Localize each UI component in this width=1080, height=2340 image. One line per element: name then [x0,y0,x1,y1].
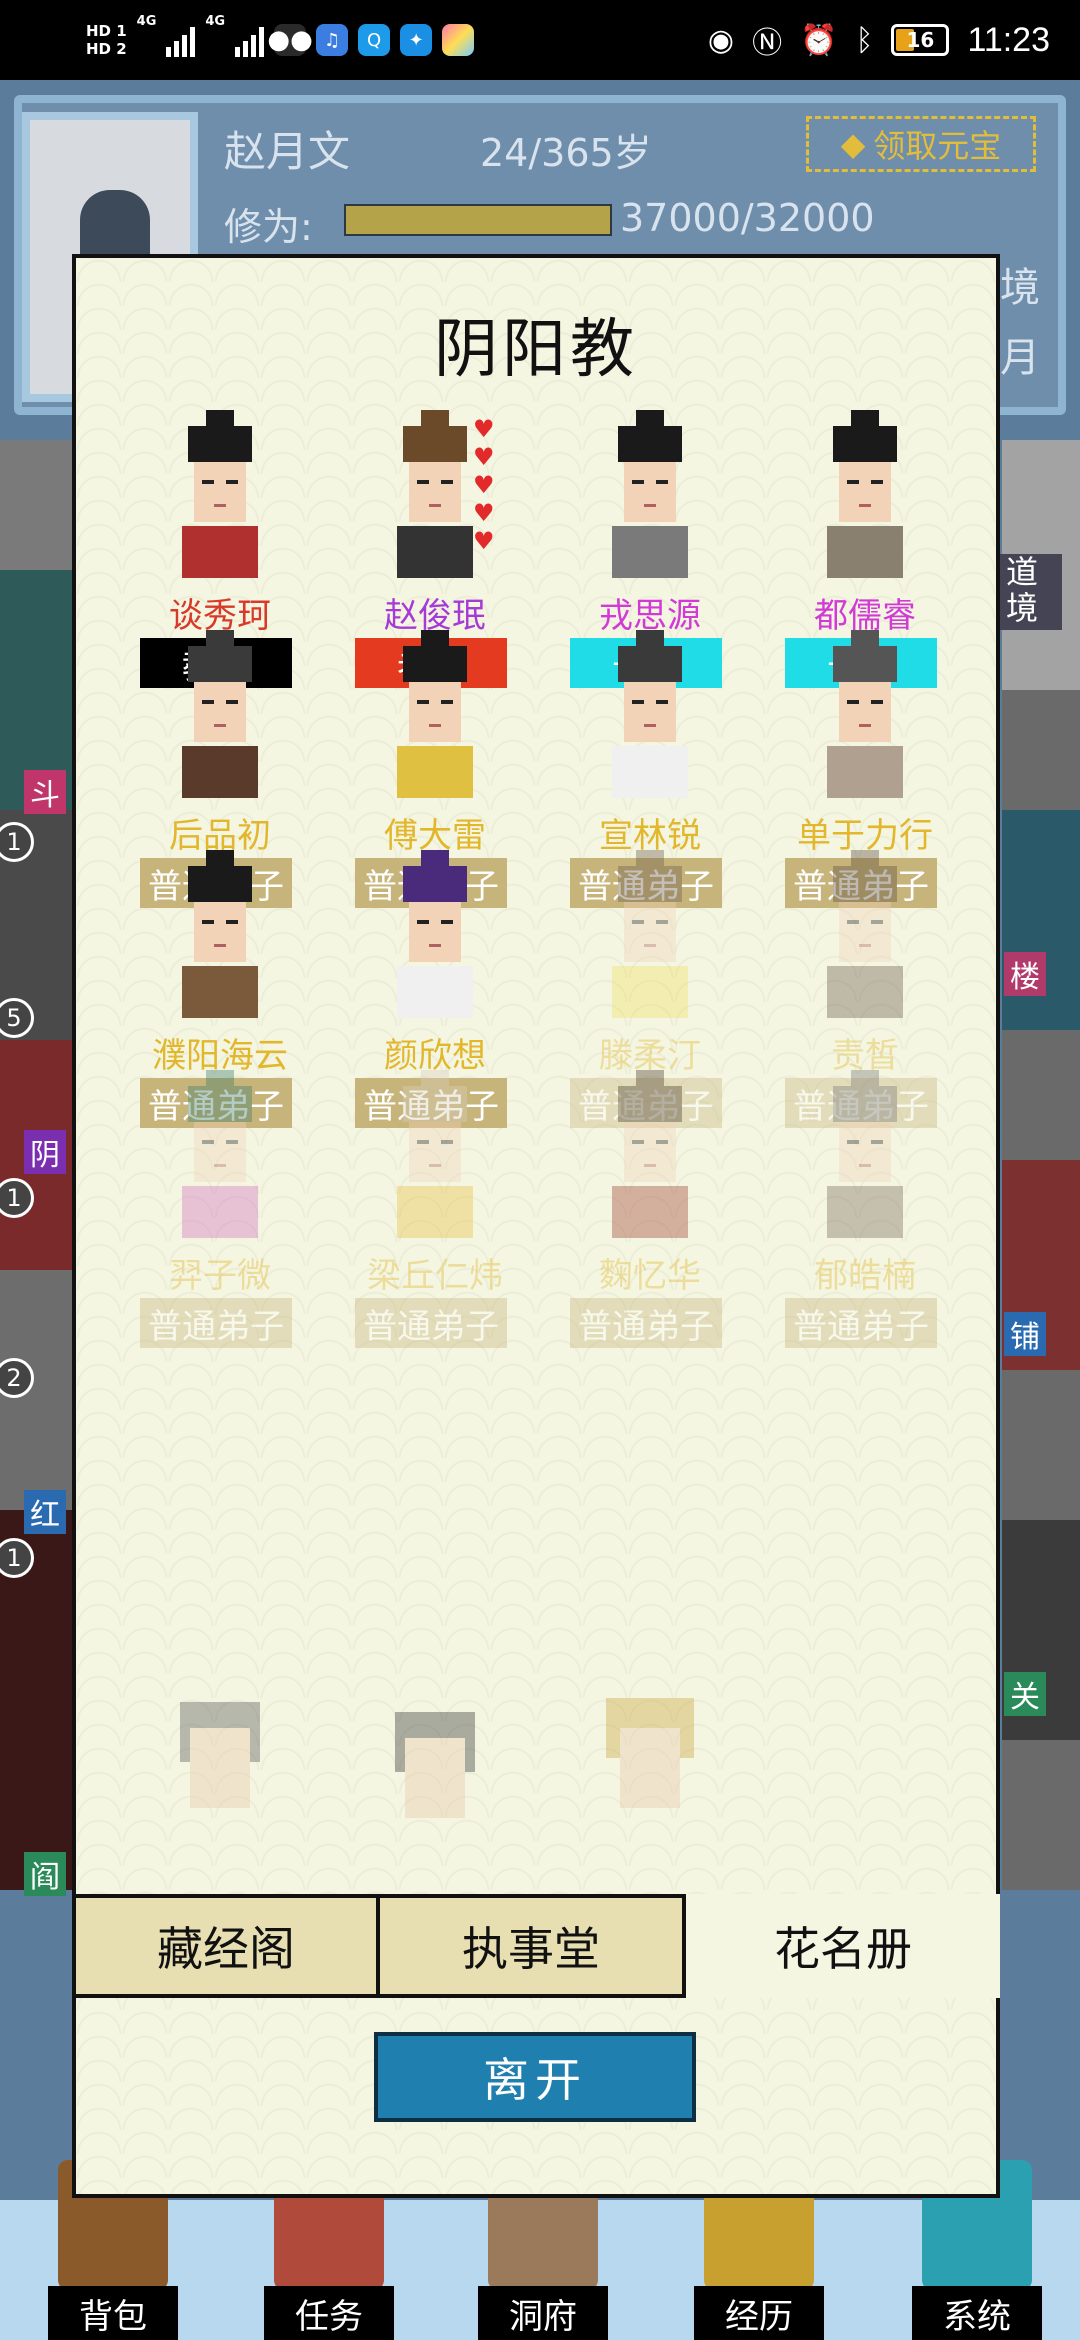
member-card-partial[interactable] [355,1688,515,1894]
sim-indicators: HD 1 HD 2 [86,22,127,58]
member-avatar [397,630,473,798]
eye-icon: ◉ [707,22,735,58]
map-tag-daojing[interactable]: 道境 [1000,554,1062,630]
nav-tasks-label: 任务 [264,2286,394,2340]
signal-icon-2 [235,23,265,57]
leave-button[interactable]: 离开 [374,2032,696,2122]
map-tag-yin[interactable]: 阴 [24,1130,66,1174]
member-roster-list[interactable]: 谈秀珂教主♥♥♥♥♥赵俊珉老祖戎思源长老都儒睿长老后品初普通弟子傅大雷普通弟子宣… [76,408,996,1894]
battery-level: 16 [906,28,935,52]
member-card[interactable]: 梁丘仁炜 普通弟子 [355,1068,515,1368]
network-type-1: 4G [136,14,157,29]
tab-scripture-pavilion[interactable]: 藏经阁 [72,1894,380,1998]
affection-hearts-icon: ♥ ♥ ♥ ♥ ♥ [473,416,499,554]
tab-member-roster[interactable]: 花名册 [682,1894,1000,1998]
month-label-peek: 月 [1000,335,1040,381]
claim-ingot-label: 领取元宝 [873,127,1002,165]
member-avatar [827,630,903,798]
gallery-icon [442,24,475,56]
heart-icon: ♥ [473,527,495,555]
member-avatar [612,410,688,578]
member-avatar [397,1070,473,1238]
sect-roster-dialog: 阴阳教 谈秀珂教主♥♥♥♥♥赵俊珉老祖戎思源长老都儒睿长老后品初普通弟子傅大雷普… [72,254,1000,2198]
member-avatar [182,850,258,1018]
search-app-icon: Q [358,24,391,56]
member-avatar [827,1070,903,1238]
member-name: 郁皓楠 [814,1256,916,1296]
bluetooth-icon: ᛒ [855,22,874,58]
player-age: 24/365岁 [480,131,652,175]
nav-dwelling-label: 洞府 [478,2286,608,2340]
member-avatar [612,630,688,798]
ingot-icon: ◆ [840,125,866,163]
realm-label-peek: 境 [1000,265,1040,311]
member-avatar [180,1702,260,1808]
map-tag-lou[interactable]: 楼 [1004,952,1046,996]
clock: 11:23 [967,20,1050,59]
cultivation-value: 37000/32000 [620,196,875,240]
member-rank-badge: 普通弟子 [570,1298,722,1348]
member-card[interactable]: 郁皓楠 普通弟子 [785,1068,945,1368]
cultivation-progress-fill [346,206,610,234]
tab-affairs-hall[interactable]: 执事堂 [376,1894,686,1998]
dialog-tab-bar: 藏经阁 执事堂 花名册 [72,1894,1000,1998]
sim1-label: HD 1 [86,22,127,40]
status-left: HD 1 HD 2 4G 4G ●● ♫ Q ✦ [86,10,475,70]
member-name: 麴忆华 [599,1256,701,1296]
music-icon: ♫ [316,24,349,56]
player-name: 赵月文 [224,127,351,176]
map-tag-dou[interactable]: 斗 [24,770,66,814]
member-card-partial[interactable] [570,1688,730,1894]
sim2-label: HD 2 [86,40,127,58]
member-name: 梁丘仁炜 [367,1256,503,1296]
cultivation-progress-bar [344,204,612,236]
member-avatar [182,1070,258,1238]
member-card[interactable]: 麴忆华 普通弟子 [570,1068,730,1368]
network-type-2: 4G [205,14,226,29]
status-right: ◉ Ⓝ ⏰ ᛒ 16 11:23 [708,10,1050,70]
status-bar: HD 1 HD 2 4G 4G ●● ♫ Q ✦ ◉ Ⓝ ⏰ ᛒ 16 11:2… [0,0,1080,80]
bulb-icon: ✦ [400,24,433,56]
member-card-partial[interactable] [140,1688,300,1894]
nav-system-label: 系统 [912,2286,1042,2340]
member-avatar [612,850,688,1018]
claim-ingot-button[interactable]: ◆ 领取元宝 [806,116,1036,172]
member-avatar [182,410,258,578]
heart-icon: ♥ [473,415,495,443]
signal-icon [166,23,196,57]
member-name: 羿子微 [169,1256,271,1296]
member-avatar [606,1698,694,1808]
nav-history-label: 经历 [694,2286,824,2340]
member-rank-badge: 普通弟子 [785,1298,937,1348]
member-avatar [827,410,903,578]
member-avatar [612,1070,688,1238]
member-avatar [395,1712,475,1818]
alarm-icon: ⏰ [800,22,838,58]
heart-icon: ♥ [473,499,495,527]
cultivation-label: 修为: [224,205,313,249]
battery-icon: 16 [891,24,950,56]
member-avatar [827,850,903,1018]
member-avatar [182,630,258,798]
nfc-icon: Ⓝ [752,26,783,61]
map-tag-guan[interactable]: 关 [1004,1672,1046,1716]
nav-backpack-label: 背包 [48,2286,178,2340]
sect-name-title: 阴阳教 [434,313,638,387]
heart-icon: ♥ [473,471,495,499]
member-rank-badge: 普通弟子 [140,1298,292,1348]
map-tag-yan[interactable]: 阎 [24,1852,66,1896]
map-tag-hong[interactable]: 红 [24,1490,66,1534]
member-rank-badge: 普通弟子 [355,1298,507,1348]
wechat-icon: ●● [267,24,313,56]
heart-icon: ♥ [473,443,495,471]
map-tag-pu[interactable]: 铺 [1004,1312,1046,1356]
member-card[interactable]: 羿子微 普通弟子 [140,1068,300,1368]
member-avatar [397,850,473,1018]
